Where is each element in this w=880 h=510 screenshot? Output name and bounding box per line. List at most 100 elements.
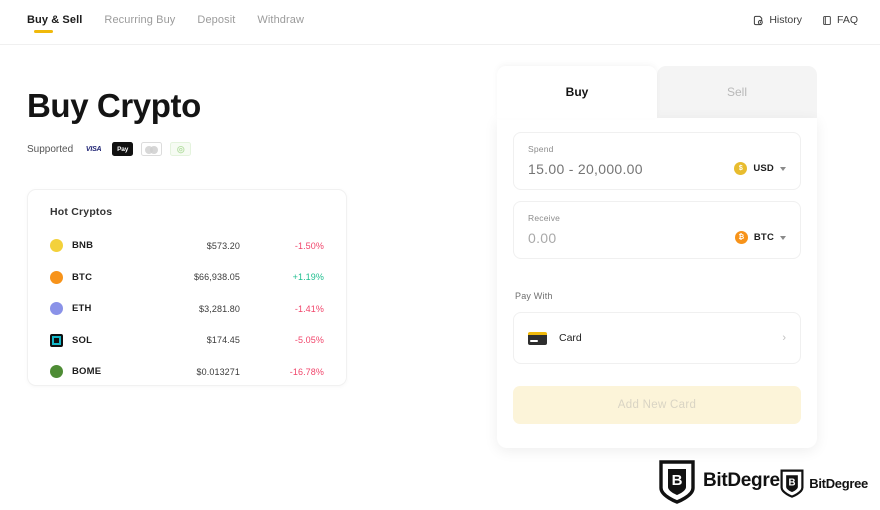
hot-cryptos-list: BNB $573.20 -1.50% BTC $66,938.05 +1.19%… (50, 230, 324, 388)
tab-buy[interactable]: Buy (497, 66, 657, 118)
coin-price: $573.20 (206, 240, 240, 251)
coin-change: -1.41% (294, 303, 324, 314)
faq-link[interactable]: FAQ (822, 14, 858, 26)
hot-cryptos-title: Hot Cryptos (50, 206, 113, 218)
spend-currency-selector[interactable]: $ USD (734, 162, 786, 177)
usd-coin-icon: $ (734, 162, 748, 175)
nav-item-buy-sell[interactable]: Buy & Sell (27, 14, 82, 35)
coin-cell: BOME (50, 365, 168, 379)
watermark-secondary: B BitDegree (779, 468, 868, 498)
bitdegree-logo-icon: B (657, 458, 697, 504)
spend-field: Spend $ USD (513, 132, 801, 190)
receive-currency-selector[interactable]: ₿ BTC (734, 231, 786, 246)
faq-label: FAQ (836, 14, 858, 26)
widget-body: Spend $ USD Receive ₿ BTC (497, 118, 817, 448)
payment-method-icons: VISA Pay ◎ (83, 142, 192, 157)
history-link[interactable]: History (753, 14, 802, 26)
history-icon (753, 15, 764, 26)
receive-currency-label: BTC (753, 232, 774, 243)
nav-tabs: Buy & Sell Recurring Buy Deposit Withdra… (27, 14, 304, 35)
green-payment-icon: ◎ (170, 142, 192, 157)
supported-payments: Supported VISA Pay ◎ (27, 142, 357, 157)
watermark-primary: B BitDegree (657, 458, 790, 504)
coin-symbol: BNB (72, 240, 94, 252)
coin-price: $3,281.80 (199, 303, 240, 314)
watermark-text: BitDegree (702, 470, 790, 491)
apple-pay-label: Pay (117, 145, 129, 153)
coin-symbol: BOME (72, 366, 102, 378)
coin-symbol: ETH (72, 303, 92, 315)
coin-symbol: BTC (72, 271, 93, 283)
table-row[interactable]: SOL $174.45 -5.05% (50, 325, 324, 357)
nav-item-withdraw[interactable]: Withdraw (257, 14, 304, 35)
table-row[interactable]: ETH $3,281.80 -1.41% (50, 293, 324, 325)
trade-widget: Buy Sell Spend $ USD (497, 66, 817, 448)
apple-pay-icon: Pay (112, 142, 134, 157)
coin-change: -1.50% (294, 240, 324, 251)
table-row[interactable]: BTC $66,938.05 +1.19% (50, 262, 324, 294)
spend-currency-label: USD (753, 163, 774, 174)
history-label: History (769, 14, 802, 26)
receive-left: Receive (528, 213, 713, 246)
coin-change: -5.05% (294, 335, 324, 346)
tab-sell-label: Sell (726, 85, 747, 99)
nav-item-deposit[interactable]: Deposit (197, 14, 235, 35)
page-title: Buy Crypto (27, 87, 201, 124)
coin-cell: BNB (50, 239, 168, 253)
tab-buy-label: Buy (565, 85, 589, 99)
coin-price: $0.013271 (196, 366, 240, 377)
pay-method-label: Card (559, 332, 582, 344)
bnb-coin-icon (50, 239, 63, 253)
mastercard-circle-right (150, 146, 159, 155)
top-navigation: Buy & Sell Recurring Buy Deposit Withdra… (0, 0, 880, 45)
coin-change: +1.19% (292, 272, 324, 283)
chevron-down-icon (780, 235, 786, 240)
nav-item-recurring-buy[interactable]: Recurring Buy (104, 14, 175, 35)
chevron-right-icon: › (782, 332, 786, 344)
nav-item-label: Buy & Sell (27, 14, 83, 26)
add-new-card-button[interactable]: Add New Card (513, 386, 801, 424)
chevron-down-icon (780, 166, 786, 171)
svg-text:B: B (789, 478, 796, 489)
page-root: Buy & Sell Recurring Buy Deposit Withdra… (0, 0, 880, 510)
eth-coin-icon (50, 302, 63, 316)
table-row[interactable]: BNB $573.20 -1.50% (50, 230, 324, 262)
nav-item-label: Withdraw (257, 14, 305, 26)
receive-field: Receive ₿ BTC (513, 201, 801, 259)
pay-with-label: Pay With (515, 291, 553, 301)
coin-price: $174.45 (206, 335, 240, 346)
btc-coin-icon: ₿ (734, 231, 748, 244)
bome-coin-icon (50, 365, 63, 379)
btc-coin-icon (50, 270, 63, 284)
receive-label: Receive (528, 213, 561, 223)
tab-sell[interactable]: Sell (657, 66, 817, 118)
coin-price: $66,938.05 (193, 272, 240, 283)
visa-icon: VISA (83, 142, 105, 157)
supported-label: Supported (27, 143, 74, 155)
hot-cryptos-card: Hot Cryptos BNB $573.20 -1.50% BTC $66,9… (27, 189, 347, 386)
pay-method-card[interactable]: Card › (513, 312, 801, 364)
sol-coin-icon (50, 333, 63, 347)
mastercard-icon (141, 142, 163, 157)
coin-cell: ETH (50, 302, 168, 316)
bitdegree-logo-icon: B (779, 468, 805, 498)
credit-card-icon (528, 331, 547, 345)
spend-left: Spend (528, 144, 713, 177)
coin-cell: BTC (50, 270, 168, 284)
nav-utility-links: History FAQ (753, 14, 858, 26)
widget-tabs: Buy Sell (497, 66, 817, 118)
watermark-text: BitDegree (809, 475, 868, 491)
coin-symbol: SOL (72, 334, 93, 346)
svg-text:B: B (672, 472, 683, 489)
table-row[interactable]: BOME $0.013271 -16.78% (50, 356, 324, 388)
nav-item-label: Deposit (197, 14, 236, 26)
nav-item-label: Recurring Buy (104, 14, 176, 26)
coin-change: -16.78% (289, 366, 324, 377)
spend-label: Spend (528, 144, 554, 154)
active-tab-underline (34, 30, 53, 33)
spend-input[interactable] (528, 161, 713, 177)
coin-cell: SOL (50, 333, 168, 347)
book-icon (822, 15, 832, 26)
hero-section: Buy Crypto Supported VISA Pay ◎ (27, 87, 357, 157)
receive-input[interactable] (528, 230, 713, 246)
